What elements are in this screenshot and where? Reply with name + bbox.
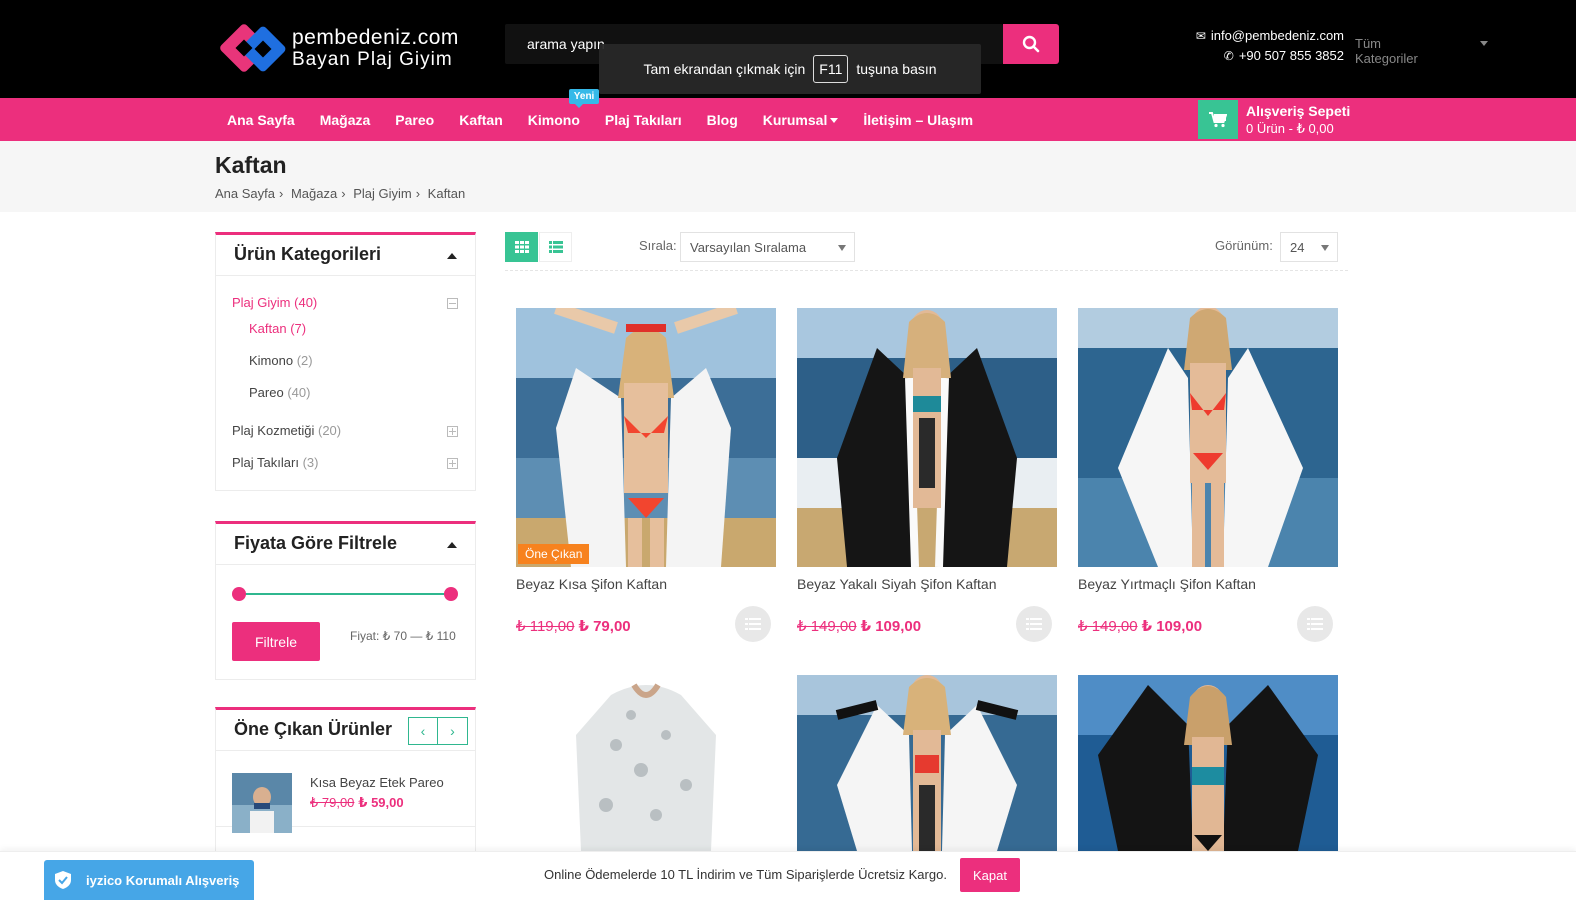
price-filter-widget: Fiyata Göre Filtrele Filtrele Fiyat: ₺ 7…: [215, 521, 476, 680]
price-slider-track[interactable]: [239, 593, 451, 595]
category-plaj-kozmetigi[interactable]: Plaj Kozmetiği (20): [232, 423, 341, 438]
page-title: Kaftan: [215, 152, 287, 178]
close-notice-button[interactable]: Kapat: [960, 858, 1020, 892]
nav-item-blog[interactable]: Blog: [707, 112, 738, 128]
shield-check-icon: [55, 871, 71, 889]
cart-summary: 0 Ürün - ₺ 0,00: [1246, 120, 1334, 136]
breadcrumb: Ana Sayfa › Mağaza › Plaj Giyim › Kaftan: [215, 186, 466, 201]
prev-arrow-icon[interactable]: ‹: [408, 717, 438, 745]
product-name[interactable]: Beyaz Yırtmaçlı Şifon Kaftan: [1078, 576, 1256, 592]
product-image[interactable]: [797, 308, 1057, 567]
per-page-select[interactable]: 24: [1280, 232, 1338, 262]
phone-icon: ✆: [1223, 49, 1234, 63]
f11-key: F11: [813, 55, 849, 83]
grid-view-button[interactable]: [505, 232, 538, 262]
categories-widget: Ürün Kategorileri Plaj Giyim (40) Kaftan…: [215, 232, 476, 491]
list-view-button[interactable]: [539, 232, 572, 262]
list-icon: [548, 241, 563, 253]
category-pareo[interactable]: Pareo (40): [249, 385, 310, 400]
envelope-icon: ✉: [1195, 29, 1206, 43]
collapse-icon[interactable]: [447, 542, 457, 548]
search-icon: [1022, 35, 1040, 53]
breadcrumb-item[interactable]: Mağaza: [291, 186, 337, 201]
nav-item-home[interactable]: Ana Sayfa: [227, 112, 295, 128]
fullscreen-exit-hint: Tam ekrandan çıkmak için F11 tuşuna bası…: [599, 44, 981, 94]
product-thumbnail[interactable]: [232, 773, 292, 833]
shopping-cart-icon: [1198, 100, 1238, 139]
contact-phone[interactable]: +90 507 855 3852: [1239, 48, 1344, 63]
list-icon: [745, 618, 761, 630]
contact-info: ✉ info@pembedeniz.com ✆ +90 507 855 3852: [1196, 26, 1344, 66]
breadcrumb-item[interactable]: Plaj Giyim: [353, 186, 412, 201]
price-slider-min-handle[interactable]: [232, 587, 246, 601]
details-button[interactable]: [735, 606, 771, 642]
breadcrumb-item[interactable]: Ana Sayfa: [215, 186, 275, 201]
chevron-down-icon: [830, 118, 839, 124]
product-image[interactable]: [1078, 308, 1338, 567]
iyzico-badge[interactable]: iyzico Korumalı Alışveriş: [44, 860, 254, 900]
nav-item-kaftan[interactable]: Kaftan: [459, 112, 503, 128]
category-kimono[interactable]: Kimono (2): [249, 353, 313, 368]
product-price: ₺ 149,00 ₺ 109,00: [1078, 618, 1203, 635]
product-image[interactable]: [1078, 675, 1338, 851]
chevron-down-icon: [838, 245, 846, 251]
list-icon: [1307, 618, 1323, 630]
widget-title: Fiyata Göre Filtrele: [234, 533, 398, 553]
notice-text: Online Ödemelerde 10 TL İndirim ve Tüm S…: [544, 867, 947, 882]
details-button[interactable]: [1297, 606, 1333, 642]
logo-mark-icon: [218, 22, 288, 74]
nav-item-contact[interactable]: İletişim – Ulaşım: [863, 112, 973, 128]
next-arrow-icon[interactable]: ›: [438, 717, 468, 745]
search-button[interactable]: [1003, 24, 1059, 64]
product-name[interactable]: Beyaz Kısa Şifon Kaftan: [516, 576, 667, 592]
price-range-label: Fiyat: ₺ 70 — ₺ 110: [350, 629, 456, 643]
sort-label: Sırala:: [639, 238, 677, 253]
nav-item-kimono[interactable]: Kimono Yeni: [528, 88, 600, 128]
new-badge: Yeni: [568, 88, 600, 108]
page-header: Kaftan Ana Sayfa › Mağaza › Plaj Giyim › Ka…: [0, 141, 1576, 212]
nav-item-store[interactable]: Mağaza: [320, 112, 371, 128]
list-item[interactable]: Kısa Beyaz Etek Pareo ₺ 79,00 ₺ 59,00: [216, 751, 475, 833]
product-image[interactable]: [516, 675, 776, 851]
widget-title: Ürün Kategorileri: [234, 244, 382, 264]
product-name[interactable]: Beyaz Yakalı Siyah Şifon Kaftan: [797, 576, 997, 592]
cart-title: Alışveriş Sepeti: [1246, 102, 1351, 119]
cart-widget[interactable]: Alışveriş Sepeti 0 Ürün - ₺ 0,00: [1198, 100, 1350, 139]
grid-icon: [514, 241, 529, 253]
product-image[interactable]: [797, 675, 1057, 851]
category-plaj-giyim[interactable]: Plaj Giyim (40): [232, 295, 317, 310]
nav-item-jewelry[interactable]: Plaj Takıları: [605, 112, 682, 128]
product-price: ₺ 149,00 ₺ 109,00: [797, 618, 922, 635]
collapse-icon[interactable]: [447, 253, 457, 259]
page: pembedeniz.com Bayan Plaj Giyim Tüm Kate…: [0, 0, 1576, 900]
sort-select[interactable]: Varsayılan Sıralama: [680, 232, 855, 262]
widget-title: Öne Çıkan Ürünler: [234, 719, 393, 739]
chevron-down-icon: [1321, 245, 1329, 251]
expand-category-icon[interactable]: [447, 458, 458, 469]
logo-tagline: Bayan Plaj Giyim: [292, 49, 453, 70]
price-slider-max-handle[interactable]: [444, 587, 458, 601]
category-kaftan[interactable]: Kaftan (7): [249, 321, 306, 336]
featured-product-name[interactable]: Kısa Beyaz Etek Pareo: [310, 775, 444, 790]
chevron-down-icon: [1480, 41, 1488, 46]
list-icon: [1026, 618, 1042, 630]
product-image[interactable]: [516, 308, 776, 567]
details-button[interactable]: [1016, 606, 1052, 642]
expand-category-icon[interactable]: [447, 426, 458, 437]
shop-toolbar: Sırala: Varsayılan Sıralama Görünüm: 24: [505, 230, 1348, 271]
contact-email[interactable]: info@pembedeniz.com: [1211, 28, 1344, 43]
category-plaj-takilari[interactable]: Plaj Takıları (3): [232, 455, 318, 470]
nav-item-pareo[interactable]: Pareo: [395, 112, 434, 128]
site-logo[interactable]: pembedeniz.com Bayan Plaj Giyim: [218, 22, 459, 74]
breadcrumb-item: Kaftan: [427, 186, 466, 201]
category-select[interactable]: Tüm Kategoriler: [1355, 36, 1418, 66]
nav-item-corporate[interactable]: Kurumsal: [763, 112, 839, 128]
product-price: ₺ 119,00 ₺ 79,00: [516, 618, 631, 635]
filter-button[interactable]: Filtrele: [232, 622, 320, 661]
collapse-category-icon[interactable]: [447, 298, 458, 309]
logo-domain: pembedeniz.com: [292, 26, 459, 49]
featured-badge: Öne Çıkan: [518, 544, 590, 564]
per-page-label: Görünüm:: [1215, 238, 1273, 253]
